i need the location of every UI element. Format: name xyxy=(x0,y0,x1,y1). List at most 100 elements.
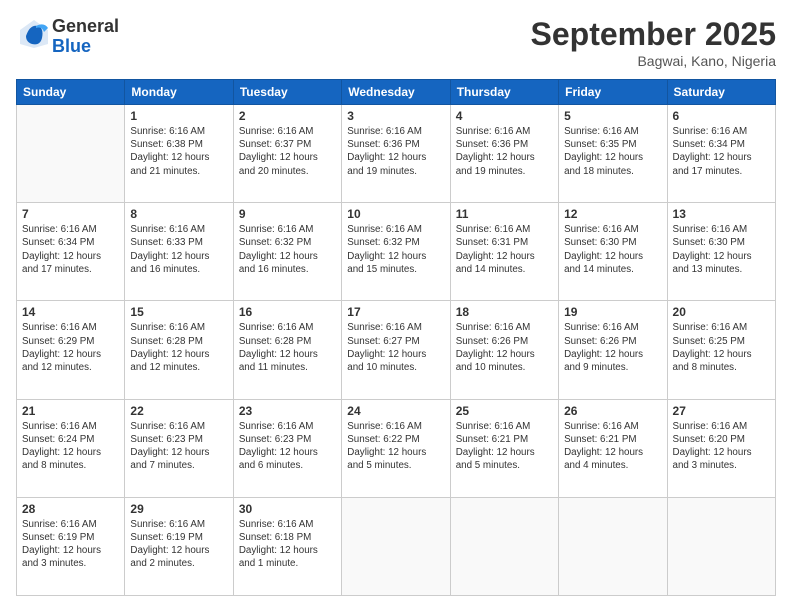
day-number: 14 xyxy=(22,305,119,319)
table-row xyxy=(559,497,667,595)
day-number: 27 xyxy=(673,404,770,418)
day-info: Sunrise: 6:16 AMSunset: 6:21 PMDaylight:… xyxy=(564,420,661,473)
logo-text: General Blue xyxy=(52,17,119,57)
title-section: September 2025 Bagwai, Kano, Nigeria xyxy=(531,16,776,69)
day-info: Sunrise: 6:16 AMSunset: 6:36 PMDaylight:… xyxy=(456,125,553,178)
table-row: 5 Sunrise: 6:16 AMSunset: 6:35 PMDaylight… xyxy=(559,105,667,203)
table-row xyxy=(450,497,558,595)
day-info: Sunrise: 6:16 AMSunset: 6:35 PMDaylight:… xyxy=(564,125,661,178)
location: Bagwai, Kano, Nigeria xyxy=(531,53,776,69)
day-number: 20 xyxy=(673,305,770,319)
day-info: Sunrise: 6:16 AMSunset: 6:26 PMDaylight:… xyxy=(456,321,553,374)
table-row: 16 Sunrise: 6:16 AMSunset: 6:28 PMDayligh… xyxy=(233,301,341,399)
day-number: 5 xyxy=(564,109,661,123)
table-row: 18 Sunrise: 6:16 AMSunset: 6:26 PMDayligh… xyxy=(450,301,558,399)
table-row xyxy=(342,497,450,595)
header-thursday: Thursday xyxy=(450,80,558,105)
table-row: 7Sunrise: 6:16 AMSunset: 6:34 PMDaylight… xyxy=(17,203,125,301)
table-row: 6 Sunrise: 6:16 AMSunset: 6:34 PMDaylight… xyxy=(667,105,775,203)
day-number: 18 xyxy=(456,305,553,319)
day-info: Sunrise: 6:16 AMSunset: 6:34 PMDaylight:… xyxy=(673,125,770,178)
day-number: 8 xyxy=(130,207,227,221)
page-header: General Blue September 2025 Bagwai, Kano… xyxy=(16,16,776,69)
month-title: September 2025 xyxy=(531,16,776,53)
day-info: Sunrise: 6:16 AMSunset: 6:28 PMDaylight:… xyxy=(239,321,336,374)
table-row: 25 Sunrise: 6:16 AMSunset: 6:21 PMDayligh… xyxy=(450,399,558,497)
day-number: 25 xyxy=(456,404,553,418)
header-wednesday: Wednesday xyxy=(342,80,450,105)
calendar-header-row: Sunday Monday Tuesday Wednesday Thursday… xyxy=(17,80,776,105)
day-info: Sunrise: 6:16 AMSunset: 6:20 PMDaylight:… xyxy=(673,420,770,473)
day-number: 23 xyxy=(239,404,336,418)
day-number: 1 xyxy=(130,109,227,123)
header-tuesday: Tuesday xyxy=(233,80,341,105)
table-row: 30 Sunrise: 6:16 AMSunset: 6:18 PMDayligh… xyxy=(233,497,341,595)
day-number: 26 xyxy=(564,404,661,418)
day-info: Sunrise: 6:16 AMSunset: 6:19 PMDaylight:… xyxy=(22,518,119,571)
day-number: 2 xyxy=(239,109,336,123)
day-info: Sunrise: 6:16 AMSunset: 6:24 PMDaylight:… xyxy=(22,420,119,473)
table-row: 27 Sunrise: 6:16 AMSunset: 6:20 PMDayligh… xyxy=(667,399,775,497)
day-number: 6 xyxy=(673,109,770,123)
table-row: 3Sunrise: 6:16 AMSunset: 6:36 PMDaylight… xyxy=(342,105,450,203)
table-row: 10 Sunrise: 6:16 AMSunset: 6:32 PMDayligh… xyxy=(342,203,450,301)
table-row: 24 Sunrise: 6:16 AMSunset: 6:22 PMDayligh… xyxy=(342,399,450,497)
day-number: 10 xyxy=(347,207,444,221)
table-row: 11Sunrise: 6:16 AMSunset: 6:31 PMDayligh… xyxy=(450,203,558,301)
table-row: 1 Sunrise: 6:16 AMSunset: 6:38 PMDaylight… xyxy=(125,105,233,203)
header-sunday: Sunday xyxy=(17,80,125,105)
calendar-table: Sunday Monday Tuesday Wednesday Thursday… xyxy=(16,79,776,596)
table-row: 15 Sunrise: 6:16 AMSunset: 6:28 PMDayligh… xyxy=(125,301,233,399)
table-row: 22 Sunrise: 6:16 AMSunset: 6:23 PMDayligh… xyxy=(125,399,233,497)
table-row: 2 Sunrise: 6:16 AMSunset: 6:37 PMDaylight… xyxy=(233,105,341,203)
day-info: Sunrise: 6:16 AMSunset: 6:23 PMDaylight:… xyxy=(130,420,227,473)
day-number: 28 xyxy=(22,502,119,516)
day-info: Sunrise: 6:16 AMSunset: 6:30 PMDaylight:… xyxy=(673,223,770,276)
day-number: 22 xyxy=(130,404,227,418)
day-info: Sunrise: 6:16 AMSunset: 6:33 PMDaylight:… xyxy=(130,223,227,276)
table-row xyxy=(667,497,775,595)
table-row: 17Sunrise: 6:16 AMSunset: 6:27 PMDayligh… xyxy=(342,301,450,399)
day-info: Sunrise: 6:16 AMSunset: 6:25 PMDaylight:… xyxy=(673,321,770,374)
day-info: Sunrise: 6:16 AMSunset: 6:21 PMDaylight:… xyxy=(456,420,553,473)
day-number: 11 xyxy=(456,207,553,221)
day-number: 12 xyxy=(564,207,661,221)
day-info: Sunrise: 6:16 AMSunset: 6:18 PMDaylight:… xyxy=(239,518,336,571)
day-number: 15 xyxy=(130,305,227,319)
day-number: 7 xyxy=(22,207,119,221)
logo: General Blue xyxy=(16,16,119,57)
day-info: Sunrise: 6:16 AMSunset: 6:22 PMDaylight:… xyxy=(347,420,444,473)
table-row: 23 Sunrise: 6:16 AMSunset: 6:23 PMDayligh… xyxy=(233,399,341,497)
logo-icon xyxy=(16,16,52,52)
header-friday: Friday xyxy=(559,80,667,105)
day-info: Sunrise: 6:16 AMSunset: 6:28 PMDaylight:… xyxy=(130,321,227,374)
day-number: 30 xyxy=(239,502,336,516)
day-info: Sunrise: 6:16 AMSunset: 6:36 PMDaylight:… xyxy=(347,125,444,178)
header-saturday: Saturday xyxy=(667,80,775,105)
day-number: 17 xyxy=(347,305,444,319)
day-info: Sunrise: 6:16 AMSunset: 6:32 PMDaylight:… xyxy=(347,223,444,276)
table-row: 4Sunrise: 6:16 AMSunset: 6:36 PMDaylight… xyxy=(450,105,558,203)
day-info: Sunrise: 6:16 AMSunset: 6:37 PMDaylight:… xyxy=(239,125,336,178)
day-info: Sunrise: 6:16 AMSunset: 6:29 PMDaylight:… xyxy=(22,321,119,374)
table-row: 29Sunrise: 6:16 AMSunset: 6:19 PMDayligh… xyxy=(125,497,233,595)
table-row: 20 Sunrise: 6:16 AMSunset: 6:25 PMDayligh… xyxy=(667,301,775,399)
table-row xyxy=(17,105,125,203)
header-monday: Monday xyxy=(125,80,233,105)
day-info: Sunrise: 6:16 AMSunset: 6:30 PMDaylight:… xyxy=(564,223,661,276)
table-row: 8 Sunrise: 6:16 AMSunset: 6:33 PMDaylight… xyxy=(125,203,233,301)
day-number: 13 xyxy=(673,207,770,221)
day-number: 16 xyxy=(239,305,336,319)
table-row: 19Sunrise: 6:16 AMSunset: 6:26 PMDayligh… xyxy=(559,301,667,399)
day-number: 24 xyxy=(347,404,444,418)
day-number: 9 xyxy=(239,207,336,221)
day-number: 21 xyxy=(22,404,119,418)
table-row: 12 Sunrise: 6:16 AMSunset: 6:30 PMDayligh… xyxy=(559,203,667,301)
table-row: 28 Sunrise: 6:16 AMSunset: 6:19 PMDayligh… xyxy=(17,497,125,595)
day-number: 19 xyxy=(564,305,661,319)
day-info: Sunrise: 6:16 AMSunset: 6:38 PMDaylight:… xyxy=(130,125,227,178)
day-info: Sunrise: 6:16 AMSunset: 6:23 PMDaylight:… xyxy=(239,420,336,473)
table-row: 9 Sunrise: 6:16 AMSunset: 6:32 PMDaylight… xyxy=(233,203,341,301)
table-row: 26 Sunrise: 6:16 AMSunset: 6:21 PMDayligh… xyxy=(559,399,667,497)
day-info: Sunrise: 6:16 AMSunset: 6:32 PMDaylight:… xyxy=(239,223,336,276)
